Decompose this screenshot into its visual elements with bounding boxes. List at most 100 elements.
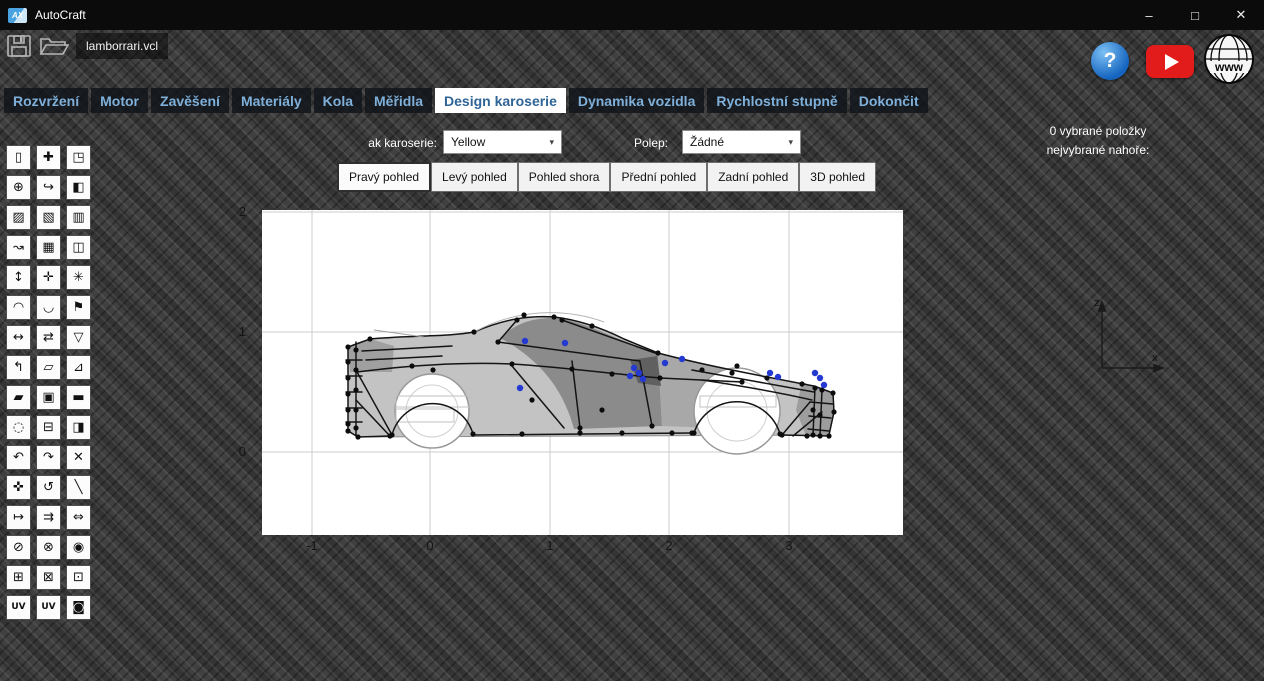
tab-dynamika-vozidla[interactable]: Dynamika vozidla xyxy=(569,88,705,113)
tool-uv-edit-button[interactable]: UV xyxy=(6,595,31,620)
tool-paste-button[interactable]: ⊡ xyxy=(66,565,91,590)
arc-up-icon: ◠ xyxy=(13,301,24,314)
youtube-button[interactable] xyxy=(1146,45,1194,78)
tool-subdivide-button[interactable]: ◫ xyxy=(66,235,91,260)
save-button[interactable] xyxy=(6,34,32,58)
tool-scale-button[interactable]: ╲ xyxy=(66,475,91,500)
tool-span-button[interactable]: ⇔ xyxy=(66,505,91,530)
tool-slant-button[interactable]: ◨ xyxy=(66,415,91,440)
view-levy-pohled[interactable]: Levý pohled xyxy=(431,162,518,192)
tool-funnel-button[interactable]: ▽ xyxy=(66,325,91,350)
window-controls: – □ ✕ xyxy=(1126,0,1264,30)
dashed-frame-icon: ⊟ xyxy=(43,421,54,434)
tool-uv-project-button[interactable]: UV xyxy=(36,595,61,620)
tool-extrude-button[interactable]: ⇉ xyxy=(36,505,61,530)
fit-view-icon: ◳ xyxy=(72,151,84,164)
shear-icon: ▱ xyxy=(44,361,54,374)
tab-rozvrzeni[interactable]: Rozvržení xyxy=(4,88,88,113)
x-axis-tick: -1 xyxy=(300,538,324,553)
tab-dokoncit[interactable]: Dokončit xyxy=(850,88,928,113)
tool-stretch-button[interactable]: ↔ xyxy=(6,325,31,350)
tool-arc-down-button[interactable]: ◡ xyxy=(36,295,61,320)
tool-fill-bar-button[interactable]: ▬ xyxy=(66,385,91,410)
tool-corner-button[interactable]: ↰ xyxy=(6,355,31,380)
tool-arc-up-button[interactable]: ◠ xyxy=(6,295,31,320)
move-free-icon: ✛ xyxy=(43,271,54,284)
tool-redo-button[interactable]: ↷ xyxy=(36,445,61,470)
tool-move-point-button[interactable]: ↪ xyxy=(36,175,61,200)
tool-dashed-shape-button[interactable]: ◌ xyxy=(6,415,31,440)
view-pohled-shora[interactable]: Pohled shora xyxy=(518,162,611,192)
tool-extend-button[interactable]: ↦ xyxy=(6,505,31,530)
tool-move-diagonal-button[interactable]: ✳ xyxy=(66,265,91,290)
delete-icon: ✕ xyxy=(73,451,84,464)
tool-fill-shape-button[interactable]: ▰ xyxy=(6,385,31,410)
tab-rychlostni-stupne[interactable]: Rychlostní stupně xyxy=(707,88,846,113)
tool-move-vertical-button[interactable]: ↕ xyxy=(6,265,31,290)
funnel-icon: ▽ xyxy=(74,331,84,344)
file-bar: lamborrari.vcl xyxy=(6,33,168,59)
selection-order-label: nejvybrané nahoře: xyxy=(1008,141,1188,160)
tool-move-all-button[interactable]: ✜ xyxy=(6,475,31,500)
open-folder-icon xyxy=(39,34,69,58)
undo-icon: ↶ xyxy=(13,451,24,464)
tool-sweep-button[interactable]: ▧ xyxy=(36,205,61,230)
close-button[interactable]: ✕ xyxy=(1218,0,1264,30)
sphere-icon: ◙ xyxy=(72,601,85,614)
tool-dashed-frame-button[interactable]: ⊟ xyxy=(36,415,61,440)
tab-zaveseni[interactable]: Zavěšení xyxy=(151,88,229,113)
maximize-button[interactable]: □ xyxy=(1172,0,1218,30)
move-all-icon: ✜ xyxy=(13,481,24,494)
extend-icon: ↦ xyxy=(13,511,24,524)
tool-copy-button[interactable]: ⊠ xyxy=(36,565,61,590)
help-button[interactable]: ? xyxy=(1091,42,1129,80)
ramp-icon: ▥ xyxy=(72,211,84,224)
minimize-button[interactable]: – xyxy=(1126,0,1172,30)
app-title: AutoCraft xyxy=(35,8,86,22)
tool-duplicate-button[interactable]: ⊞ xyxy=(6,565,31,590)
decal-select[interactable]: Žádné ▾ xyxy=(682,130,801,154)
youtube-play-icon xyxy=(1165,54,1179,70)
tool-mesh-button[interactable]: ▦ xyxy=(36,235,61,260)
y-axis-tick: 1 xyxy=(226,324,246,339)
view-zadni-pohled[interactable]: Zadní pohled xyxy=(707,162,799,192)
view-3d-pohled[interactable]: 3D pohled xyxy=(799,162,876,192)
tool-move-free-button[interactable]: ✛ xyxy=(36,265,61,290)
tool-fit-view-button[interactable]: ◳ xyxy=(66,145,91,170)
tool-spline-button[interactable]: ↝ xyxy=(6,235,31,260)
new-file-icon: ▯ xyxy=(15,151,22,164)
x-axis-tick: 0 xyxy=(418,538,442,553)
y-axis-tick: 0 xyxy=(226,444,246,459)
view-predni-pohled[interactable]: Přední pohled xyxy=(610,162,707,192)
stretch-horizontal-icon: ↔ xyxy=(13,331,24,344)
tool-shear-button[interactable]: ▱ xyxy=(36,355,61,380)
tool-add-surface-button[interactable]: ◧ xyxy=(66,175,91,200)
uv-project-icon: UV xyxy=(41,603,55,612)
tab-kola[interactable]: Kola xyxy=(314,88,362,113)
tab-motor[interactable]: Motor xyxy=(91,88,148,113)
body-paint-label: ak karoserie: xyxy=(330,136,437,150)
tool-sphere-button[interactable]: ◙ xyxy=(66,595,91,620)
dashed-shape-icon: ◌ xyxy=(13,421,24,434)
tool-loft-button[interactable]: ▨ xyxy=(6,205,31,230)
body-paint-select[interactable]: Yellow ▾ xyxy=(443,130,562,154)
open-file-button[interactable] xyxy=(39,34,69,58)
save-icon xyxy=(6,34,32,58)
tool-add-point-button[interactable]: ⊕ xyxy=(6,175,31,200)
website-button[interactable]: www xyxy=(1202,32,1256,86)
design-canvas[interactable] xyxy=(262,210,903,535)
tool-swap-button[interactable]: ⇄ xyxy=(36,325,61,350)
tool-ramp-button[interactable]: ▥ xyxy=(66,205,91,230)
view-pravy-pohled[interactable]: Pravý pohled xyxy=(337,162,431,192)
tab-design-karoserie[interactable]: Design karoserie xyxy=(435,88,566,113)
tab-meridla[interactable]: Měřidla xyxy=(365,88,432,113)
tool-add-car-button[interactable]: ✚ xyxy=(36,145,61,170)
tool-undo-button[interactable]: ↶ xyxy=(6,445,31,470)
tool-rotate-button[interactable]: ↺ xyxy=(36,475,61,500)
tool-flag-button[interactable]: ⚑ xyxy=(66,295,91,320)
tool-fill-frame-button[interactable]: ▣ xyxy=(36,385,61,410)
tool-new-file-button[interactable]: ▯ xyxy=(6,145,31,170)
tool-skew-button[interactable]: ⊿ xyxy=(66,355,91,380)
move-point-icon: ↪ xyxy=(43,181,54,194)
tool-delete-button[interactable]: ✕ xyxy=(66,445,91,470)
